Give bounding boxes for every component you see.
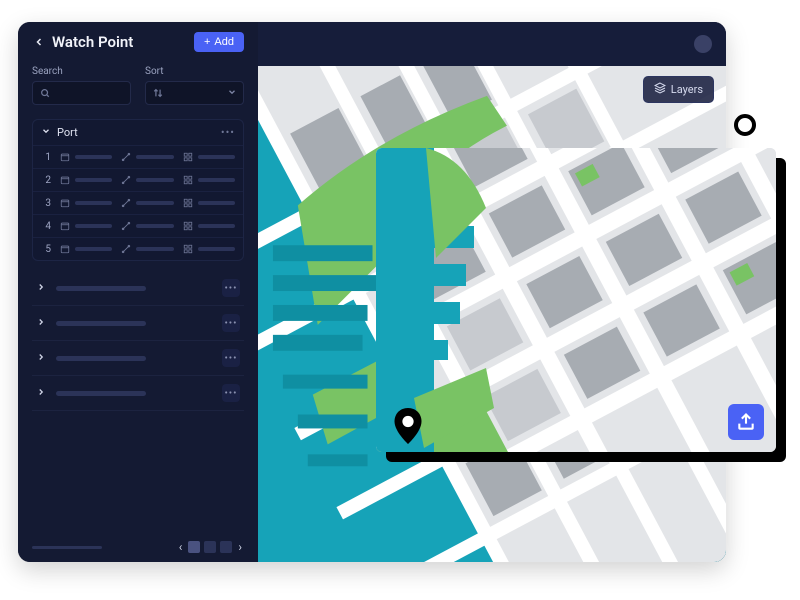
group-header[interactable]: Port •••	[33, 120, 243, 145]
table-row[interactable]: 2	[33, 168, 243, 191]
search-filter: Search	[32, 66, 131, 105]
more-icon[interactable]: •••	[222, 349, 240, 367]
row-index: 2	[41, 175, 51, 186]
grid-icon	[182, 151, 194, 163]
group-collapsed[interactable]: •••	[32, 376, 244, 411]
placeholder-bar	[56, 391, 146, 396]
search-input[interactable]	[32, 81, 131, 105]
calendar-icon	[59, 220, 71, 232]
sort-select[interactable]	[145, 81, 244, 105]
pager: ‹ ›	[32, 530, 244, 554]
table-row[interactable]: 5	[33, 237, 243, 260]
group-port: Port ••• 1 2 3 4	[32, 119, 244, 261]
layers-button[interactable]: Layers	[643, 76, 714, 103]
calendar-icon	[59, 243, 71, 255]
group-more-icon[interactable]: •••	[221, 126, 235, 139]
placeholder-bar	[198, 155, 235, 159]
route-icon	[120, 197, 132, 209]
back-icon[interactable]	[32, 35, 46, 49]
search-label: Search	[32, 66, 131, 77]
chevron-down-icon	[227, 87, 237, 100]
plus-icon: +	[204, 36, 210, 48]
row-index: 5	[41, 244, 51, 255]
row-index: 1	[41, 152, 51, 163]
placeholder-bar	[56, 321, 146, 326]
grid-icon	[182, 243, 194, 255]
filters: Search Sort	[32, 66, 244, 105]
page-next-icon[interactable]: ›	[236, 540, 244, 554]
map-pin-icon[interactable]	[394, 408, 422, 444]
table-row[interactable]: 3	[33, 191, 243, 214]
chevron-right-icon	[36, 387, 48, 400]
placeholder-bar	[75, 155, 112, 159]
chevron-down-icon	[41, 126, 51, 139]
sort-icon	[152, 87, 164, 99]
popout-card[interactable]	[376, 148, 776, 452]
row-index: 4	[41, 221, 51, 232]
route-icon	[120, 243, 132, 255]
grid-icon	[182, 197, 194, 209]
placeholder-bar	[32, 546, 102, 549]
more-icon[interactable]: •••	[222, 314, 240, 332]
group-collapsed[interactable]: •••	[32, 271, 244, 306]
page-dot[interactable]	[188, 541, 200, 553]
row-index: 3	[41, 198, 51, 209]
sidebar-header: Watch Point + Add	[32, 32, 244, 52]
calendar-icon	[59, 174, 71, 186]
avatar[interactable]	[694, 35, 712, 53]
chevron-right-icon	[36, 282, 48, 295]
layers-label: Layers	[671, 83, 703, 96]
grid-icon	[182, 220, 194, 232]
route-icon	[120, 174, 132, 186]
add-button[interactable]: + Add	[194, 32, 244, 52]
share-icon	[736, 412, 756, 432]
table-row[interactable]: 4	[33, 214, 243, 237]
more-icon[interactable]: •••	[222, 279, 240, 297]
chevron-right-icon	[36, 317, 48, 330]
popout-map	[376, 148, 776, 452]
placeholder-bar	[136, 155, 173, 159]
layers-icon	[654, 82, 666, 97]
export-button[interactable]	[728, 404, 764, 440]
calendar-icon	[59, 151, 71, 163]
route-icon	[120, 220, 132, 232]
chevron-right-icon	[36, 352, 48, 365]
grid-icon	[182, 174, 194, 186]
placeholder-bar	[56, 286, 146, 291]
page-prev-icon[interactable]: ‹	[177, 540, 185, 554]
topbar	[258, 22, 726, 66]
group-title: Port	[57, 126, 78, 139]
sidebar: Watch Point + Add Search Sort	[18, 22, 258, 562]
route-icon	[120, 151, 132, 163]
page-dot[interactable]	[204, 541, 216, 553]
page-title: Watch Point	[52, 33, 188, 51]
calendar-icon	[59, 197, 71, 209]
sort-filter: Sort	[145, 66, 244, 105]
search-icon	[39, 87, 51, 99]
add-button-label: Add	[214, 36, 234, 48]
more-icon[interactable]: •••	[222, 384, 240, 402]
group-collapsed[interactable]: •••	[32, 341, 244, 376]
table-row[interactable]: 1	[33, 145, 243, 168]
sort-label: Sort	[145, 66, 244, 77]
page-dot[interactable]	[220, 541, 232, 553]
drag-handle[interactable]	[734, 114, 756, 136]
placeholder-bar	[56, 356, 146, 361]
group-collapsed[interactable]: •••	[32, 306, 244, 341]
